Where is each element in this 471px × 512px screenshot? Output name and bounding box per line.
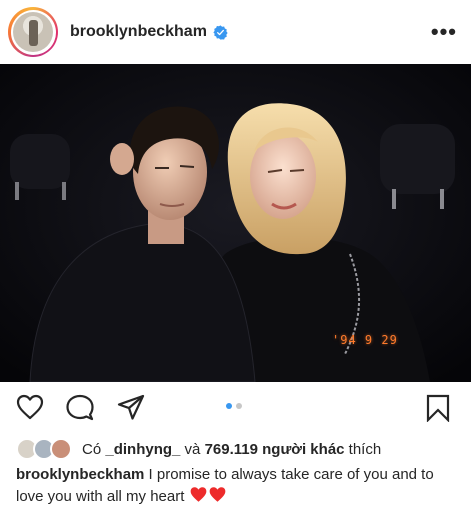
comment-icon[interactable] <box>66 394 94 421</box>
save-bookmark-icon[interactable] <box>426 394 450 422</box>
post-photo[interactable]: '94 9 29 <box>0 64 471 382</box>
more-options-icon[interactable]: ••• <box>431 21 457 43</box>
red-heart-icon <box>209 487 225 502</box>
share-icon[interactable] <box>117 394 145 421</box>
liker-avatars <box>16 438 74 460</box>
like-heart-icon[interactable] <box>16 394 44 420</box>
caption-username-link[interactable]: brooklynbeckham <box>16 466 144 483</box>
likes-conjunction: và <box>184 440 201 458</box>
carousel-dot <box>236 403 242 409</box>
carousel-dot-active <box>226 403 232 409</box>
post-caption: brooklynbeckham I promise to always take… <box>16 464 462 508</box>
likes-prefix: Có <box>82 440 102 458</box>
photo-illustration <box>0 64 471 382</box>
likes-suffix: thích <box>348 440 382 458</box>
others-count-link[interactable]: 769.119 người khác <box>205 441 345 458</box>
verified-badge-icon <box>213 24 228 40</box>
date-stamp: '94 9 29 <box>332 333 398 347</box>
carousel-indicator <box>226 403 242 409</box>
post-header: brooklynbeckham ••• <box>0 0 471 64</box>
first-liker-link[interactable]: _dinhyng_ <box>105 441 180 458</box>
avatar-image <box>13 12 53 52</box>
red-heart-icon <box>190 487 206 502</box>
liker-avatar <box>50 438 72 460</box>
profile-avatar[interactable] <box>8 7 58 57</box>
likes-row[interactable]: Có _dinhyng_ và 769.119 người khác thích <box>16 436 381 462</box>
action-bar <box>0 382 471 432</box>
username-link[interactable]: brooklynbeckham <box>70 23 207 41</box>
